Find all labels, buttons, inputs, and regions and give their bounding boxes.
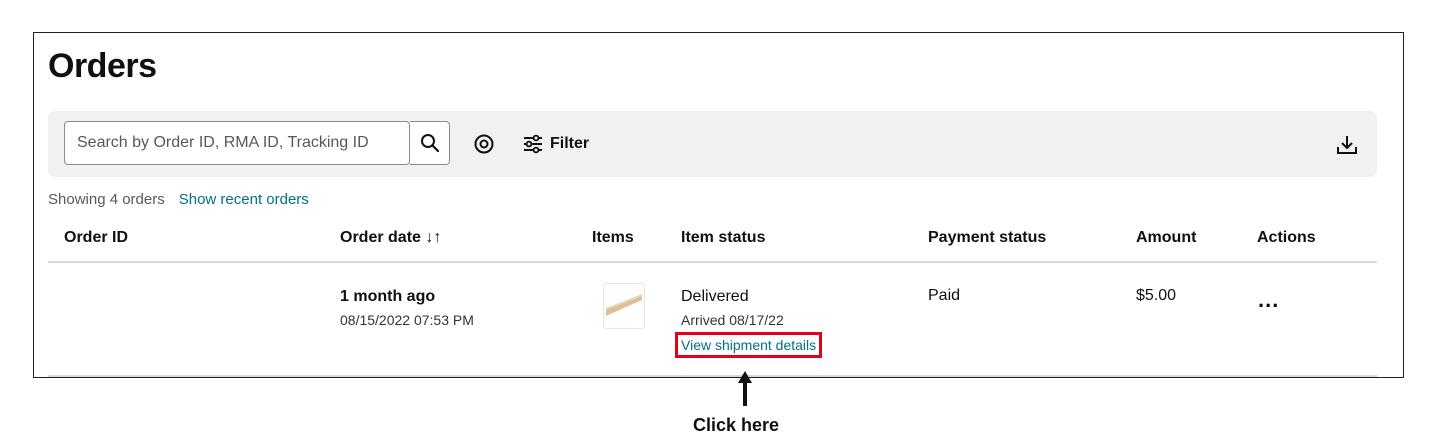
orders-summary: Showing 4 orders Show recent orders: [48, 191, 309, 208]
eye-icon: [474, 134, 494, 154]
column-order-date[interactable]: Order date ↓↑: [340, 229, 441, 247]
order-date-cell: 1 month ago 08/15/2022 07:53 PM: [340, 288, 474, 328]
arrow-up-icon: [738, 371, 752, 406]
row-actions-menu[interactable]: ...: [1258, 289, 1279, 311]
column-order-id[interactable]: Order ID: [64, 229, 128, 247]
search-button[interactable]: [410, 121, 450, 165]
show-recent-orders-link[interactable]: Show recent orders: [179, 191, 309, 208]
column-payment-status: Payment status: [928, 229, 1047, 246]
column-actions: Actions: [1257, 229, 1316, 246]
filter-button[interactable]: Filter: [522, 129, 589, 159]
amount-cell: $5.00: [1136, 287, 1177, 304]
filter-label: Filter: [550, 135, 590, 152]
item-status: Delivered: [681, 288, 749, 305]
download-icon: [1337, 136, 1357, 154]
view-shipment-details-link[interactable]: View shipment details: [675, 332, 823, 358]
sliders-icon: [524, 134, 542, 154]
search-icon: [420, 134, 439, 153]
order-date-full: 08/15/2022 07:53 PM: [340, 312, 474, 328]
annotation-label: Click here: [693, 415, 780, 435]
column-amount: Amount: [1136, 229, 1197, 246]
search-input[interactable]: [65, 122, 409, 164]
arrival-date: Arrived 08/17/22: [681, 312, 784, 328]
column-items: Items: [592, 229, 634, 246]
page-title: Orders: [48, 47, 157, 85]
visibility-toggle-button[interactable]: [471, 131, 497, 157]
item-status-cell: Delivered Arrived 08/17/22 View shipment…: [675, 288, 823, 358]
orders-panel: Orders Filter: [33, 32, 1404, 378]
table-header: Order ID Order date ↓↑ Items Item status…: [48, 229, 1377, 263]
order-count: Showing 4 orders: [48, 191, 165, 208]
item-thumbnail[interactable]: [603, 283, 645, 329]
table-row: 1 month ago 08/15/2022 07:53 PM Delivere…: [48, 263, 1377, 377]
search-box: [64, 121, 410, 165]
payment-status-cell: Paid: [928, 287, 961, 304]
product-image: [606, 294, 642, 316]
column-item-status: Item status: [681, 229, 766, 246]
orders-toolbar: Filter: [48, 111, 1377, 177]
download-button[interactable]: [1333, 131, 1361, 159]
order-date-relative: 1 month ago: [340, 288, 436, 305]
